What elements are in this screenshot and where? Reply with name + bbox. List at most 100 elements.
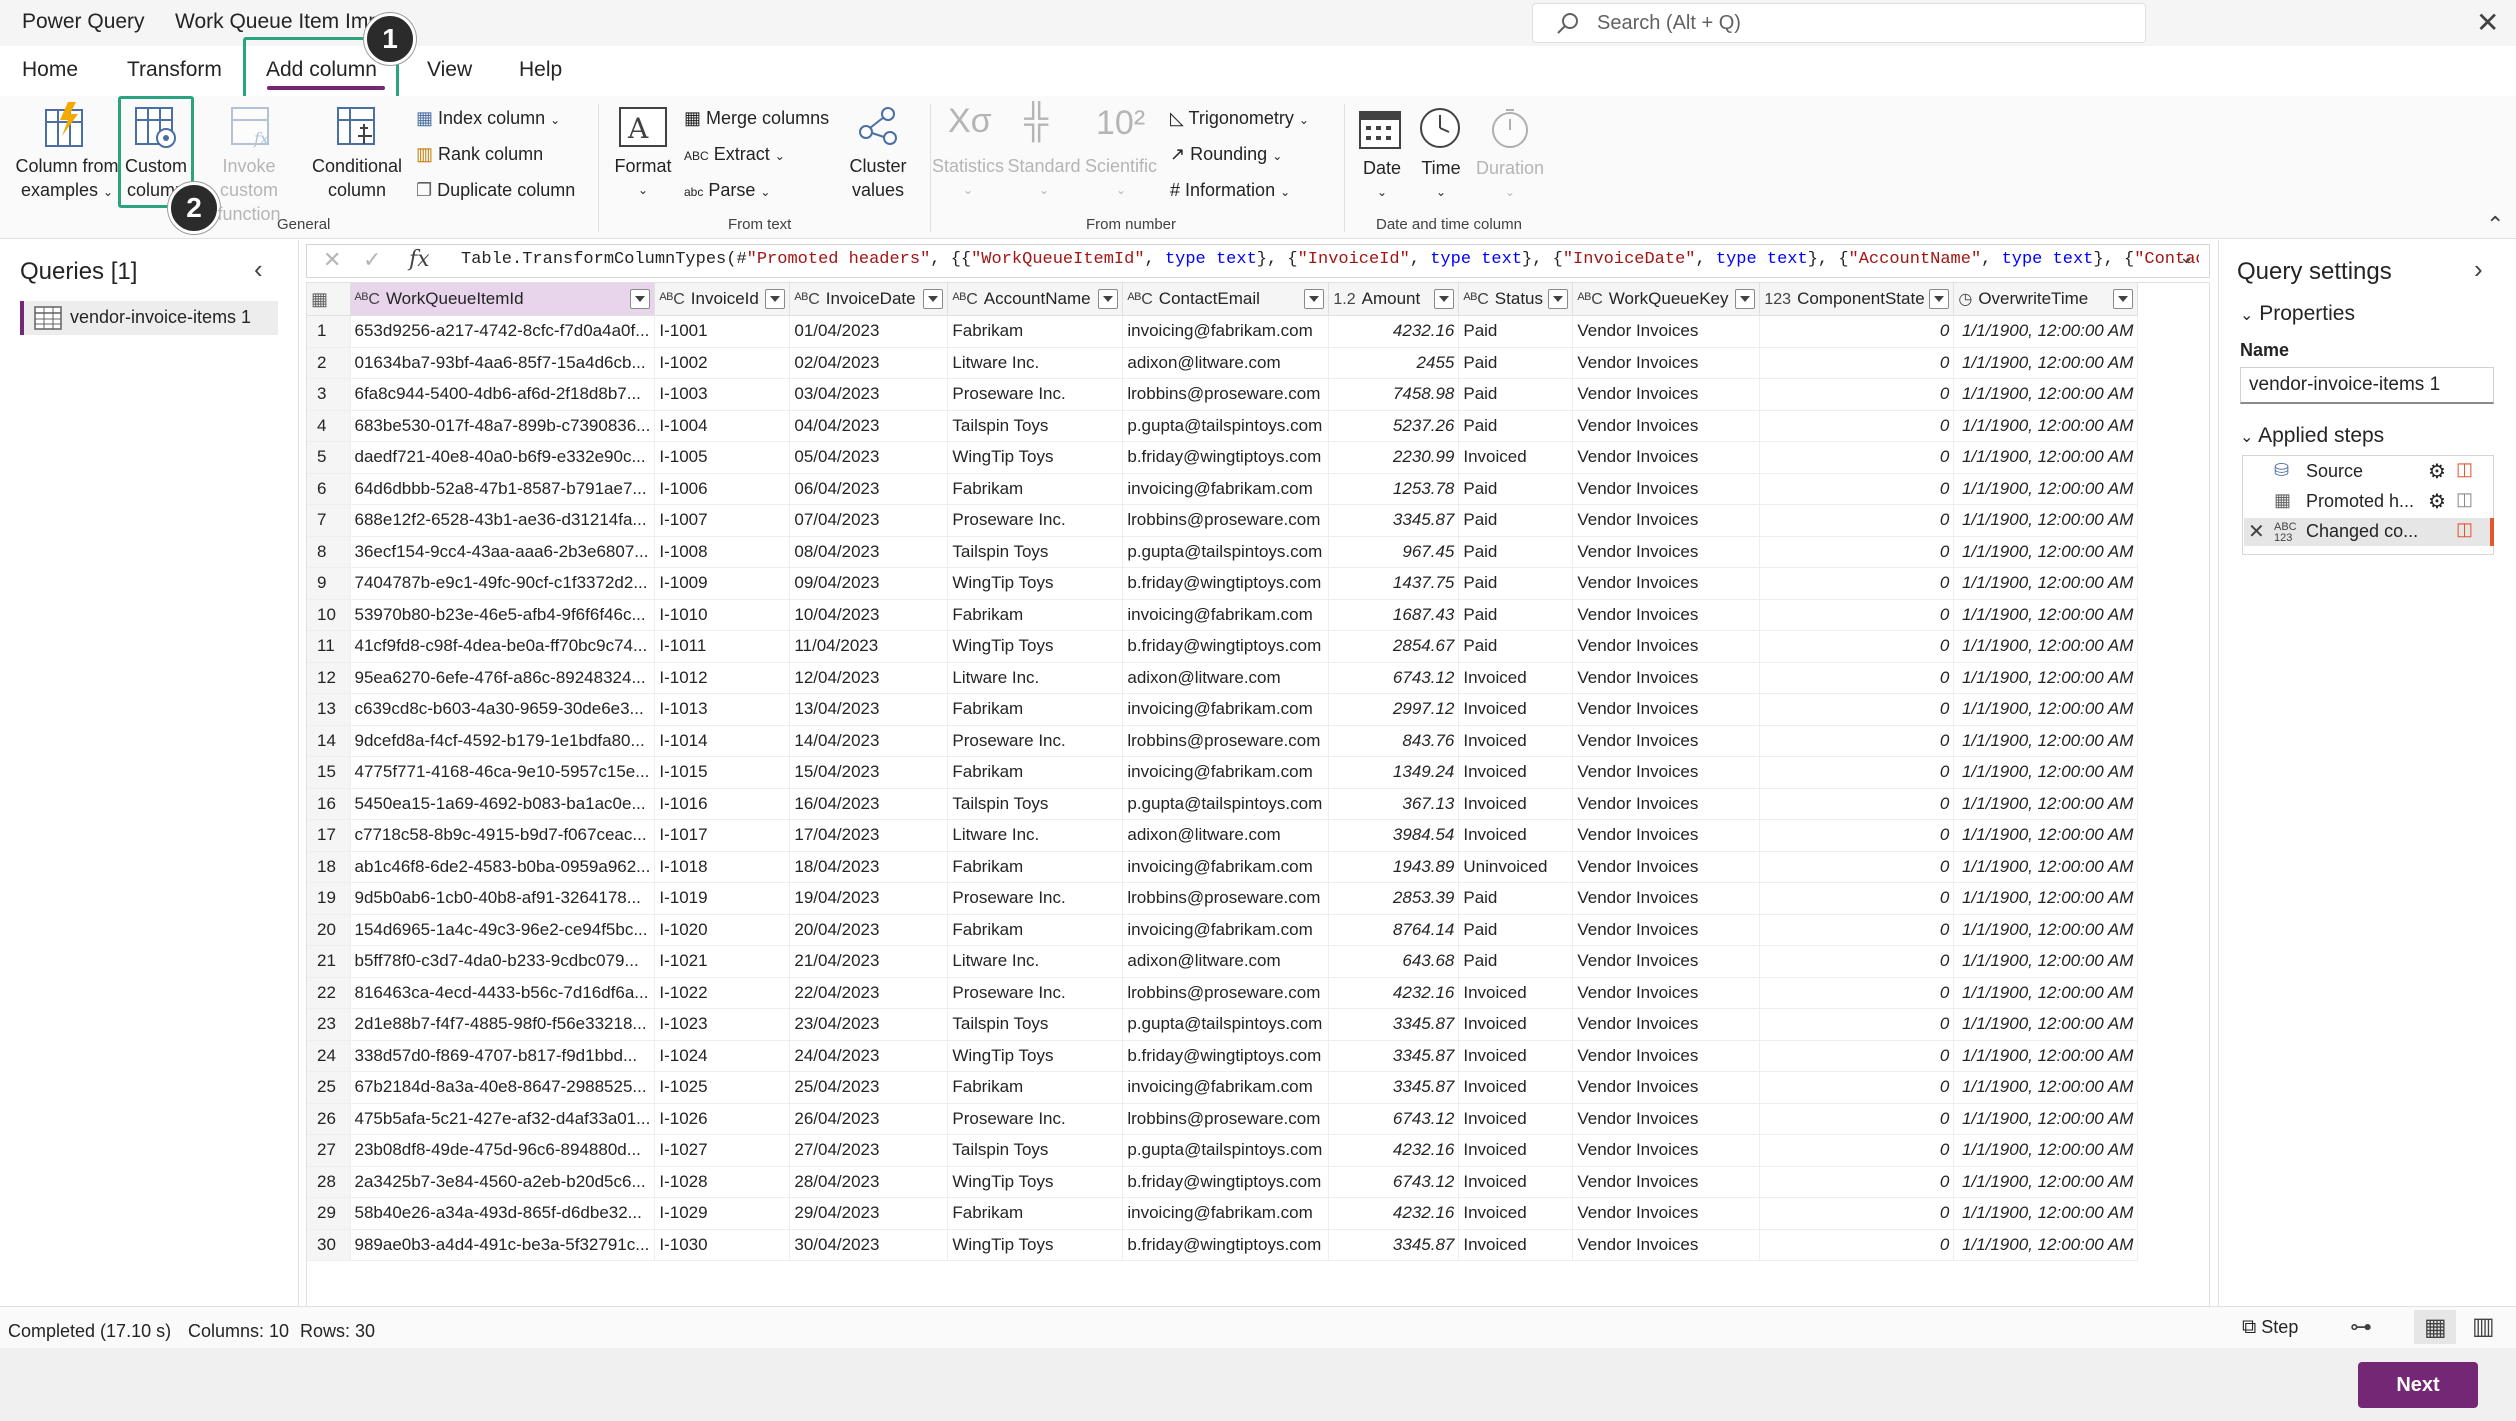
- row-number[interactable]: 8: [307, 536, 351, 568]
- table-row[interactable]: 8 36ecf154-9cc4-43aa-aaa6-2b3e6807... I-10…: [307, 536, 2139, 568]
- step-promoted-headers[interactable]: ▦ Promoted h... ⚙ ◫: [2244, 488, 2490, 516]
- schema-view-icon[interactable]: ▥: [2472, 1312, 2495, 1341]
- type-icon[interactable]: ᴬᴮC: [1127, 291, 1152, 308]
- select-all-corner[interactable]: ▦: [307, 283, 351, 316]
- delete-step-icon[interactable]: ✕: [2248, 519, 2265, 544]
- row-number[interactable]: 5: [307, 441, 351, 474]
- column-header[interactable]: ᴬᴮC WorkQueueKey: [1572, 283, 1761, 316]
- column-filter-dropdown-icon[interactable]: [765, 289, 786, 309]
- step-source[interactable]: ⛁ Source ⚙ ◫: [2244, 458, 2490, 486]
- row-number[interactable]: 22: [307, 977, 351, 1009]
- table-view-button[interactable]: ▦: [2414, 1310, 2456, 1344]
- table-row[interactable]: 15 4775f771-4168-46ca-9e10-5957c15e... I-1…: [307, 756, 2139, 789]
- row-number[interactable]: 4: [307, 410, 351, 442]
- rounding-button[interactable]: ↗ Rounding ⌄: [1170, 143, 1282, 167]
- time-button[interactable]: Time ⌄: [1412, 156, 1470, 204]
- table-row[interactable]: 12 95ea6270-6efe-476f-a86c-89248324... I-1…: [307, 662, 2139, 694]
- table-row[interactable]: 2 01634ba7-93bf-4aa6-85f7-15a4d6cb... I-10…: [307, 347, 2139, 379]
- column-filter-dropdown-icon[interactable]: [1548, 289, 1569, 309]
- table-row[interactable]: 18 ab1c46f8-6de2-4583-b0ba-0959a962... I-1…: [307, 851, 2139, 883]
- conditional-column-button[interactable]: Conditional column: [304, 154, 410, 202]
- row-number[interactable]: 30: [307, 1229, 351, 1261]
- gear-icon[interactable]: ⚙: [2428, 459, 2446, 484]
- index-column-button[interactable]: ▦ Index column ⌄: [416, 107, 560, 131]
- merge-columns-button[interactable]: ▦ Merge columns: [684, 107, 829, 129]
- type-icon[interactable]: ᴬᴮC: [355, 291, 380, 308]
- information-button[interactable]: # Information ⌄: [1170, 179, 1290, 203]
- query-name-field[interactable]: vendor-invoice-items 1: [2240, 367, 2494, 404]
- row-number[interactable]: 13: [307, 693, 351, 726]
- format-button[interactable]: Format ⌄: [610, 154, 676, 202]
- query-item[interactable]: vendor-invoice-items 1: [20, 301, 278, 335]
- table-row[interactable]: 30 989ae0b3-a4d4-491c-be3a-5f32791c... I-1…: [307, 1229, 2139, 1261]
- table-row[interactable]: 10 53970b80-b23e-46e5-afb4-9f6f6f46c... I-…: [307, 599, 2139, 631]
- confirm-formula-icon[interactable]: ✓: [363, 247, 381, 273]
- row-number[interactable]: 2: [307, 347, 351, 379]
- column-header[interactable]: ᴬᴮC InvoiceId: [654, 283, 791, 316]
- row-number[interactable]: 25: [307, 1071, 351, 1104]
- column-filter-dropdown-icon[interactable]: [1929, 289, 1950, 309]
- collapse-queries-icon[interactable]: ‹: [254, 254, 263, 285]
- table-row[interactable]: 13 c639cd8c-b603-4a30-9659-30de6e3... I-10…: [307, 693, 2139, 726]
- gear-icon[interactable]: ⚙: [2428, 489, 2446, 514]
- row-number[interactable]: 21: [307, 945, 351, 978]
- step-changed-type[interactable]: ✕ ABC 123 Changed co... ◫: [2244, 518, 2494, 546]
- rank-column-button[interactable]: ▥ Rank column: [416, 143, 543, 165]
- type-icon[interactable]: ᴬᴮC: [1577, 291, 1602, 308]
- step-info-icon[interactable]: ◫: [2456, 519, 2473, 540]
- type-icon[interactable]: ᴬᴮC: [659, 291, 684, 308]
- row-number[interactable]: 17: [307, 819, 351, 852]
- tab-home[interactable]: Home: [22, 58, 78, 82]
- table-row[interactable]: 14 9dcefd8a-f4cf-4592-b179-1e1bdfa80... I-…: [307, 725, 2139, 757]
- row-number[interactable]: 15: [307, 756, 351, 789]
- date-button[interactable]: Date ⌄: [1352, 156, 1412, 204]
- type-icon[interactable]: ᴬᴮC: [794, 291, 819, 308]
- row-number[interactable]: 12: [307, 662, 351, 694]
- row-number[interactable]: 26: [307, 1103, 351, 1135]
- diagram-view-icon[interactable]: ⊶: [2350, 1314, 2372, 1340]
- column-header[interactable]: ᴬᴮC Status: [1458, 283, 1574, 316]
- table-row[interactable]: 3 6fa8c944-5400-4db6-af6d-2f18d8b7... I-10…: [307, 378, 2139, 411]
- column-filter-dropdown-icon[interactable]: [923, 289, 944, 309]
- table-row[interactable]: 16 5450ea15-1a69-4692-b083-ba1ac0e... I-10…: [307, 788, 2139, 820]
- table-row[interactable]: 20 154d6965-1a4c-49c3-96e2-ce94f5bc... I-1…: [307, 914, 2139, 946]
- column-header[interactable]: ᴬᴮC InvoiceDate: [789, 283, 949, 316]
- table-row[interactable]: 21 b5ff78f0-c3d7-4da0-b233-9cdbc079... I-1…: [307, 945, 2139, 978]
- row-number[interactable]: 3: [307, 378, 351, 411]
- table-row[interactable]: 5 daedf721-40e8-40a0-b6f9-e332e90c... I-10…: [307, 441, 2139, 474]
- row-number[interactable]: 28: [307, 1166, 351, 1198]
- collapse-ribbon-icon[interactable]: ⌃: [2486, 212, 2504, 238]
- row-number[interactable]: 9: [307, 567, 351, 600]
- table-row[interactable]: 1 653d9256-a217-4742-8cfc-f7d0a4a0f... I-1…: [307, 315, 2139, 348]
- table-row[interactable]: 27 23b08df8-49de-475d-96c6-894880d... I-10…: [307, 1134, 2139, 1167]
- column-filter-dropdown-icon[interactable]: [1735, 289, 1756, 309]
- table-row[interactable]: 24 338d57d0-f869-4707-b817-f9d1bbd... I-10…: [307, 1040, 2139, 1072]
- table-row[interactable]: 7 688e12f2-6528-43b1-ae36-d31214fa... I-10…: [307, 504, 2139, 537]
- next-button[interactable]: Next: [2358, 1362, 2478, 1408]
- table-row[interactable]: 6 64d6dbbb-52a8-47b1-8587-b791ae7... I-100…: [307, 473, 2139, 505]
- row-number[interactable]: 27: [307, 1134, 351, 1167]
- applied-steps-header[interactable]: ⌄ Applied steps: [2240, 424, 2384, 448]
- row-number[interactable]: 20: [307, 914, 351, 946]
- formula-text[interactable]: Table.TransformColumnTypes(#"Promoted he…: [461, 250, 2199, 269]
- table-row[interactable]: 23 2d1e88b7-f4f7-4885-98f0-f56e33218... I-…: [307, 1008, 2139, 1041]
- row-number[interactable]: 29: [307, 1197, 351, 1230]
- tab-view[interactable]: View: [427, 58, 472, 82]
- table-row[interactable]: 9 7404787b-e9c1-49fc-90cf-c1f3372d2... I-1…: [307, 567, 2139, 600]
- standard-button[interactable]: Standard ⌄: [1006, 154, 1082, 202]
- row-number[interactable]: 19: [307, 882, 351, 915]
- row-number[interactable]: 6: [307, 473, 351, 505]
- type-icon[interactable]: ᴬᴮC: [1463, 291, 1488, 308]
- type-icon[interactable]: 1.2: [1333, 291, 1355, 308]
- step-view-button[interactable]: ⧉ Step: [2242, 1316, 2298, 1339]
- formula-bar[interactable]: ✕ ✓ fx Table.TransformColumnTypes(#"Prom…: [306, 244, 2210, 278]
- search-input[interactable]: Search (Alt + Q): [1532, 3, 2146, 43]
- column-filter-dropdown-icon[interactable]: [2113, 289, 2134, 309]
- column-filter-dropdown-icon[interactable]: [1434, 289, 1455, 309]
- tab-transform[interactable]: Transform: [127, 58, 222, 82]
- row-number[interactable]: 7: [307, 504, 351, 537]
- table-row[interactable]: 26 475b5afa-5c21-427e-af32-d4af33a01... I-…: [307, 1103, 2139, 1135]
- row-number[interactable]: 18: [307, 851, 351, 883]
- table-row[interactable]: 29 58b40e26-a34a-493d-865f-d6dbe32... I-10…: [307, 1197, 2139, 1230]
- statistics-button[interactable]: Statistics ⌄: [932, 154, 1004, 202]
